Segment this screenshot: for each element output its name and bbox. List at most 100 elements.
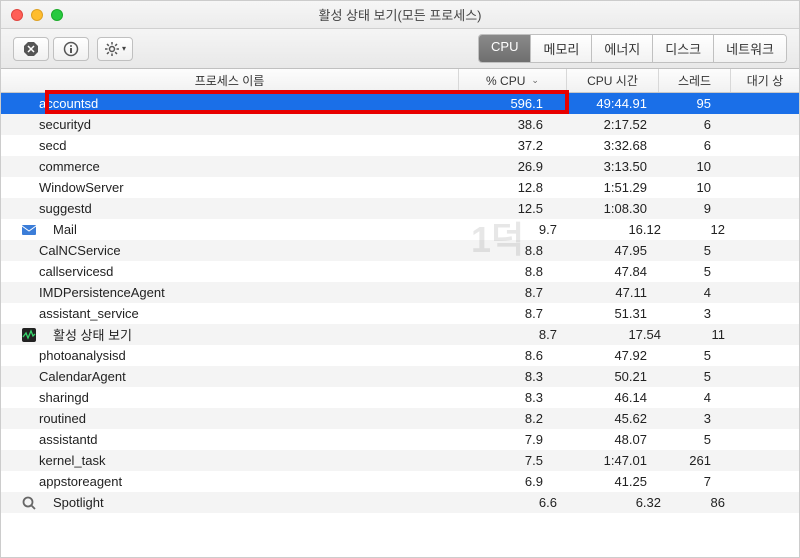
- process-time: 3:32.68: [567, 138, 659, 153]
- tab-CPU[interactable]: CPU: [479, 35, 531, 62]
- process-row[interactable]: suggestd12.51:08.309: [1, 198, 799, 219]
- process-threads: 6: [659, 138, 731, 153]
- column-header-wait-label: 대기 상: [747, 72, 783, 89]
- tab-bar: CPU메모리에너지디스크네트워크: [478, 34, 787, 63]
- info-icon: [63, 41, 79, 57]
- process-row[interactable]: Mail9.716.1212: [1, 219, 799, 240]
- process-icon: [1, 222, 37, 238]
- column-header-cpu-label: % CPU: [486, 74, 525, 88]
- process-name: WindowServer: [23, 180, 459, 195]
- gear-icon: [104, 41, 120, 57]
- process-threads: 3: [659, 411, 731, 426]
- minimize-window-button[interactable]: [31, 9, 43, 21]
- process-time: 47.95: [567, 243, 659, 258]
- process-threads: 5: [659, 348, 731, 363]
- column-header-time[interactable]: CPU 시간: [567, 69, 659, 92]
- process-threads: 10: [659, 159, 731, 174]
- column-header-threads[interactable]: 스레드: [659, 69, 731, 92]
- process-cpu: 8.7: [473, 327, 581, 342]
- process-threads: 5: [659, 264, 731, 279]
- tab-에너지[interactable]: 에너지: [592, 35, 653, 62]
- process-row[interactable]: kernel_task7.51:47.01261: [1, 450, 799, 471]
- process-name: photoanalysisd: [23, 348, 459, 363]
- process-time: 47.84: [567, 264, 659, 279]
- process-time: 49:44.91: [567, 96, 659, 111]
- process-name: assistantd: [23, 432, 459, 447]
- process-list[interactable]: accountsd596.149:44.9195securityd38.62:1…: [1, 93, 799, 557]
- info-button[interactable]: [53, 37, 89, 61]
- zoom-window-button[interactable]: [51, 9, 63, 21]
- process-time: 1:47.01: [567, 453, 659, 468]
- process-name: CalNCService: [23, 243, 459, 258]
- process-time: 1:51.29: [567, 180, 659, 195]
- process-row[interactable]: 활성 상태 보기8.717.5411: [1, 324, 799, 345]
- process-row[interactable]: CalendarAgent8.350.215: [1, 366, 799, 387]
- tab-디스크[interactable]: 디스크: [653, 35, 714, 62]
- process-threads: 10: [659, 180, 731, 195]
- process-time: 46.14: [567, 390, 659, 405]
- process-row[interactable]: secd37.23:32.686: [1, 135, 799, 156]
- process-threads: 4: [659, 285, 731, 300]
- tab-메모리[interactable]: 메모리: [531, 35, 592, 62]
- process-row[interactable]: routined8.245.623: [1, 408, 799, 429]
- process-cpu: 8.7: [459, 285, 567, 300]
- column-header-name[interactable]: 프로세스 이름: [1, 69, 459, 92]
- tab-네트워크[interactable]: 네트워크: [714, 35, 786, 62]
- stop-octagon-icon: [23, 41, 39, 57]
- process-time: 17.54: [581, 327, 673, 342]
- options-menu-button[interactable]: [97, 37, 133, 61]
- process-threads: 86: [673, 495, 745, 510]
- process-cpu: 26.9: [459, 159, 567, 174]
- process-cpu: 8.7: [459, 306, 567, 321]
- column-header-threads-label: 스레드: [678, 72, 711, 89]
- column-headers: 프로세스 이름 % CPU ⌄ CPU 시간 스레드 대기 상: [1, 69, 799, 93]
- column-header-name-label: 프로세스 이름: [195, 72, 265, 89]
- process-threads: 5: [659, 243, 731, 258]
- column-header-time-label: CPU 시간: [587, 72, 638, 89]
- process-threads: 261: [659, 453, 731, 468]
- close-window-button[interactable]: [11, 9, 23, 21]
- column-header-wait[interactable]: 대기 상: [731, 69, 799, 92]
- process-name: IMDPersistenceAgent: [23, 285, 459, 300]
- process-row[interactable]: assistant_service8.751.313: [1, 303, 799, 324]
- process-time: 50.21: [567, 369, 659, 384]
- process-name: sharingd: [23, 390, 459, 405]
- process-row[interactable]: WindowServer12.81:51.2910: [1, 177, 799, 198]
- process-name: appstoreagent: [23, 474, 459, 489]
- process-threads: 3: [659, 306, 731, 321]
- titlebar: 활성 상태 보기(모든 프로세스): [1, 1, 799, 29]
- process-row[interactable]: CalNCService8.847.955: [1, 240, 799, 261]
- process-row[interactable]: securityd38.62:17.526: [1, 114, 799, 135]
- process-name: callservicesd: [23, 264, 459, 279]
- window-title: 활성 상태 보기(모든 프로세스): [318, 5, 481, 24]
- process-time: 51.31: [567, 306, 659, 321]
- stop-process-button[interactable]: [13, 37, 49, 61]
- column-header-cpu[interactable]: % CPU ⌄: [459, 69, 567, 92]
- process-row[interactable]: Spotlight6.66.3286: [1, 492, 799, 513]
- process-row[interactable]: photoanalysisd8.647.925: [1, 345, 799, 366]
- process-time: 47.11: [567, 285, 659, 300]
- process-threads: 5: [659, 432, 731, 447]
- process-cpu: 8.3: [459, 390, 567, 405]
- process-name: Spotlight: [37, 495, 473, 510]
- process-threads: 4: [659, 390, 731, 405]
- process-cpu: 7.5: [459, 453, 567, 468]
- process-name: securityd: [23, 117, 459, 132]
- process-row[interactable]: assistantd7.948.075: [1, 429, 799, 450]
- process-name: kernel_task: [23, 453, 459, 468]
- process-row[interactable]: sharingd8.346.144: [1, 387, 799, 408]
- process-row[interactable]: IMDPersistenceAgent8.747.114: [1, 282, 799, 303]
- process-threads: 6: [659, 117, 731, 132]
- process-row[interactable]: appstoreagent6.941.257: [1, 471, 799, 492]
- process-row[interactable]: callservicesd8.847.845: [1, 261, 799, 282]
- process-row[interactable]: commerce26.93:13.5010: [1, 156, 799, 177]
- process-time: 48.07: [567, 432, 659, 447]
- process-threads: 12: [673, 222, 745, 237]
- process-cpu: 596.1: [459, 96, 567, 111]
- process-cpu: 37.2: [459, 138, 567, 153]
- process-name: routined: [23, 411, 459, 426]
- process-cpu: 12.8: [459, 180, 567, 195]
- process-time: 3:13.50: [567, 159, 659, 174]
- process-row[interactable]: accountsd596.149:44.9195: [1, 93, 799, 114]
- process-icon: [1, 327, 37, 343]
